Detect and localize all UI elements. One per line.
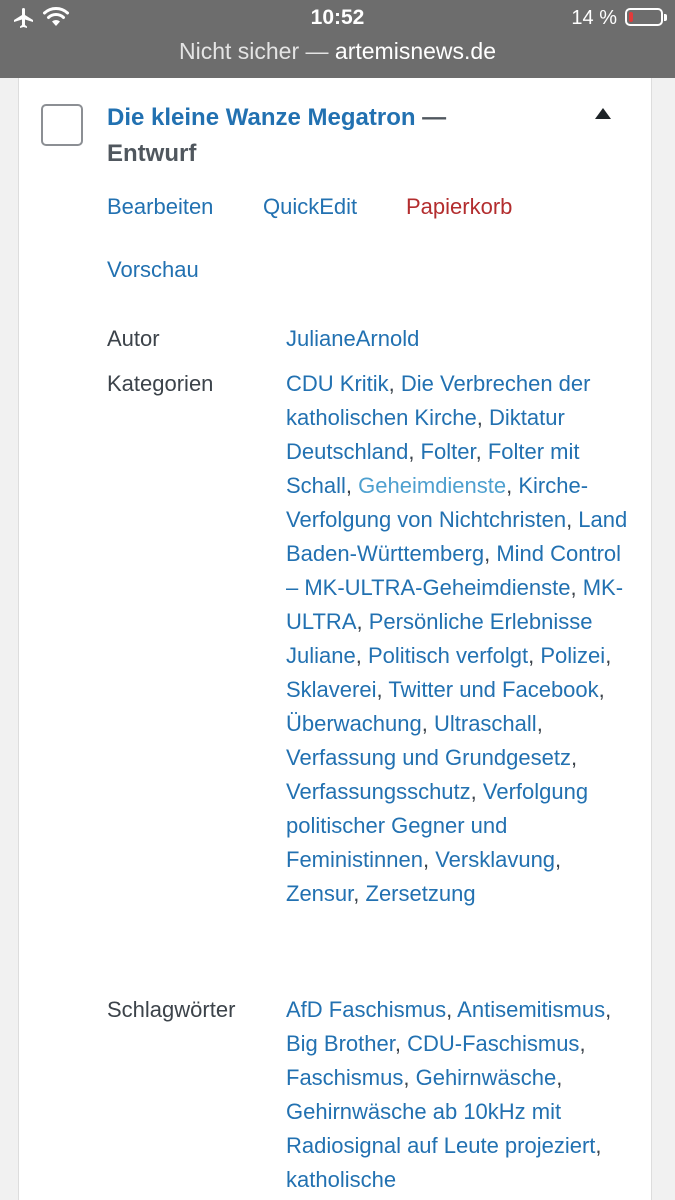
tag-link[interactable]: CDU-Faschismus — [407, 1031, 579, 1056]
category-link[interactable]: Folter — [421, 439, 476, 464]
tags-label: Schlagwörter — [107, 997, 236, 1022]
tag-link[interactable]: Faschismus — [286, 1065, 403, 1090]
category-link[interactable]: Zersetzung — [366, 881, 476, 906]
tag-link[interactable]: AfD Faschismus — [286, 997, 446, 1022]
category-link[interactable]: Zensur — [286, 881, 353, 906]
battery-percentage: 14 % — [571, 7, 617, 29]
tags-list: AfD Faschismus, Antisemitismus, Big Brot… — [286, 997, 612, 1192]
category-link[interactable]: Twitter und Facebook — [388, 677, 598, 702]
category-link[interactable]: Politisch verfolgt — [368, 643, 528, 668]
trash-link[interactable]: Papierkorb — [406, 190, 512, 224]
category-link[interactable]: Sklaverei — [286, 677, 376, 702]
category-link[interactable]: Versklavung — [435, 847, 555, 872]
post-title-link[interactable]: Die kleine Wanze Megatron — [107, 104, 416, 131]
category-link[interactable]: Geheimdienste — [358, 473, 506, 498]
tag-link[interactable]: katholische — [286, 1167, 396, 1192]
tag-link[interactable]: Big Brother — [286, 1031, 395, 1056]
quickedit-link[interactable]: QuickEdit — [263, 190, 357, 224]
category-link[interactable]: Überwachung — [286, 711, 422, 736]
categories-list: CDU Kritik, Die Verbrechen der katholisc… — [286, 371, 628, 906]
category-link[interactable]: Verfassung und Grundgesetz — [286, 745, 571, 770]
security-warning: Nicht sicher — — [178, 38, 335, 64]
url-domain: artemisnews.de — [334, 38, 496, 64]
browser-top-bar: 10:52 14 % Nicht sicher — artemisnews.de — [0, 0, 675, 78]
collapse-row-toggle-icon[interactable] — [595, 108, 611, 119]
tag-link[interactable]: Gehirnwäsche — [416, 1065, 557, 1090]
select-post-checkbox[interactable] — [41, 104, 83, 146]
tag-link[interactable]: Gehirnwäsche ab 10kHz mit Radiosignal au… — [286, 1099, 595, 1158]
category-link[interactable]: CDU Kritik — [286, 371, 389, 396]
category-link[interactable]: Verfassungsschutz — [286, 779, 471, 804]
title-separator: — — [415, 104, 447, 131]
author-link[interactable]: JulianeArnold — [286, 326, 419, 351]
post-row-card: Die kleine Wanze Megatron — Entwurf Bear… — [18, 78, 652, 1200]
categories-label: Kategorien — [107, 371, 214, 396]
author-label: Autor — [107, 326, 160, 351]
battery-icon — [625, 8, 667, 26]
category-link[interactable]: Polizei — [540, 643, 605, 668]
category-link[interactable]: Ultraschall — [434, 711, 537, 736]
edit-link[interactable]: Bearbeiten — [107, 190, 213, 224]
url-bar[interactable]: Nicht sicher — artemisnews.de — [0, 38, 675, 65]
post-status: Entwurf — [107, 140, 197, 167]
preview-link[interactable]: Vorschau — [107, 253, 199, 287]
tag-link[interactable]: Antisemitismus — [457, 997, 605, 1022]
post-title-block: Die kleine Wanze Megatron — Entwurf — [107, 100, 577, 172]
